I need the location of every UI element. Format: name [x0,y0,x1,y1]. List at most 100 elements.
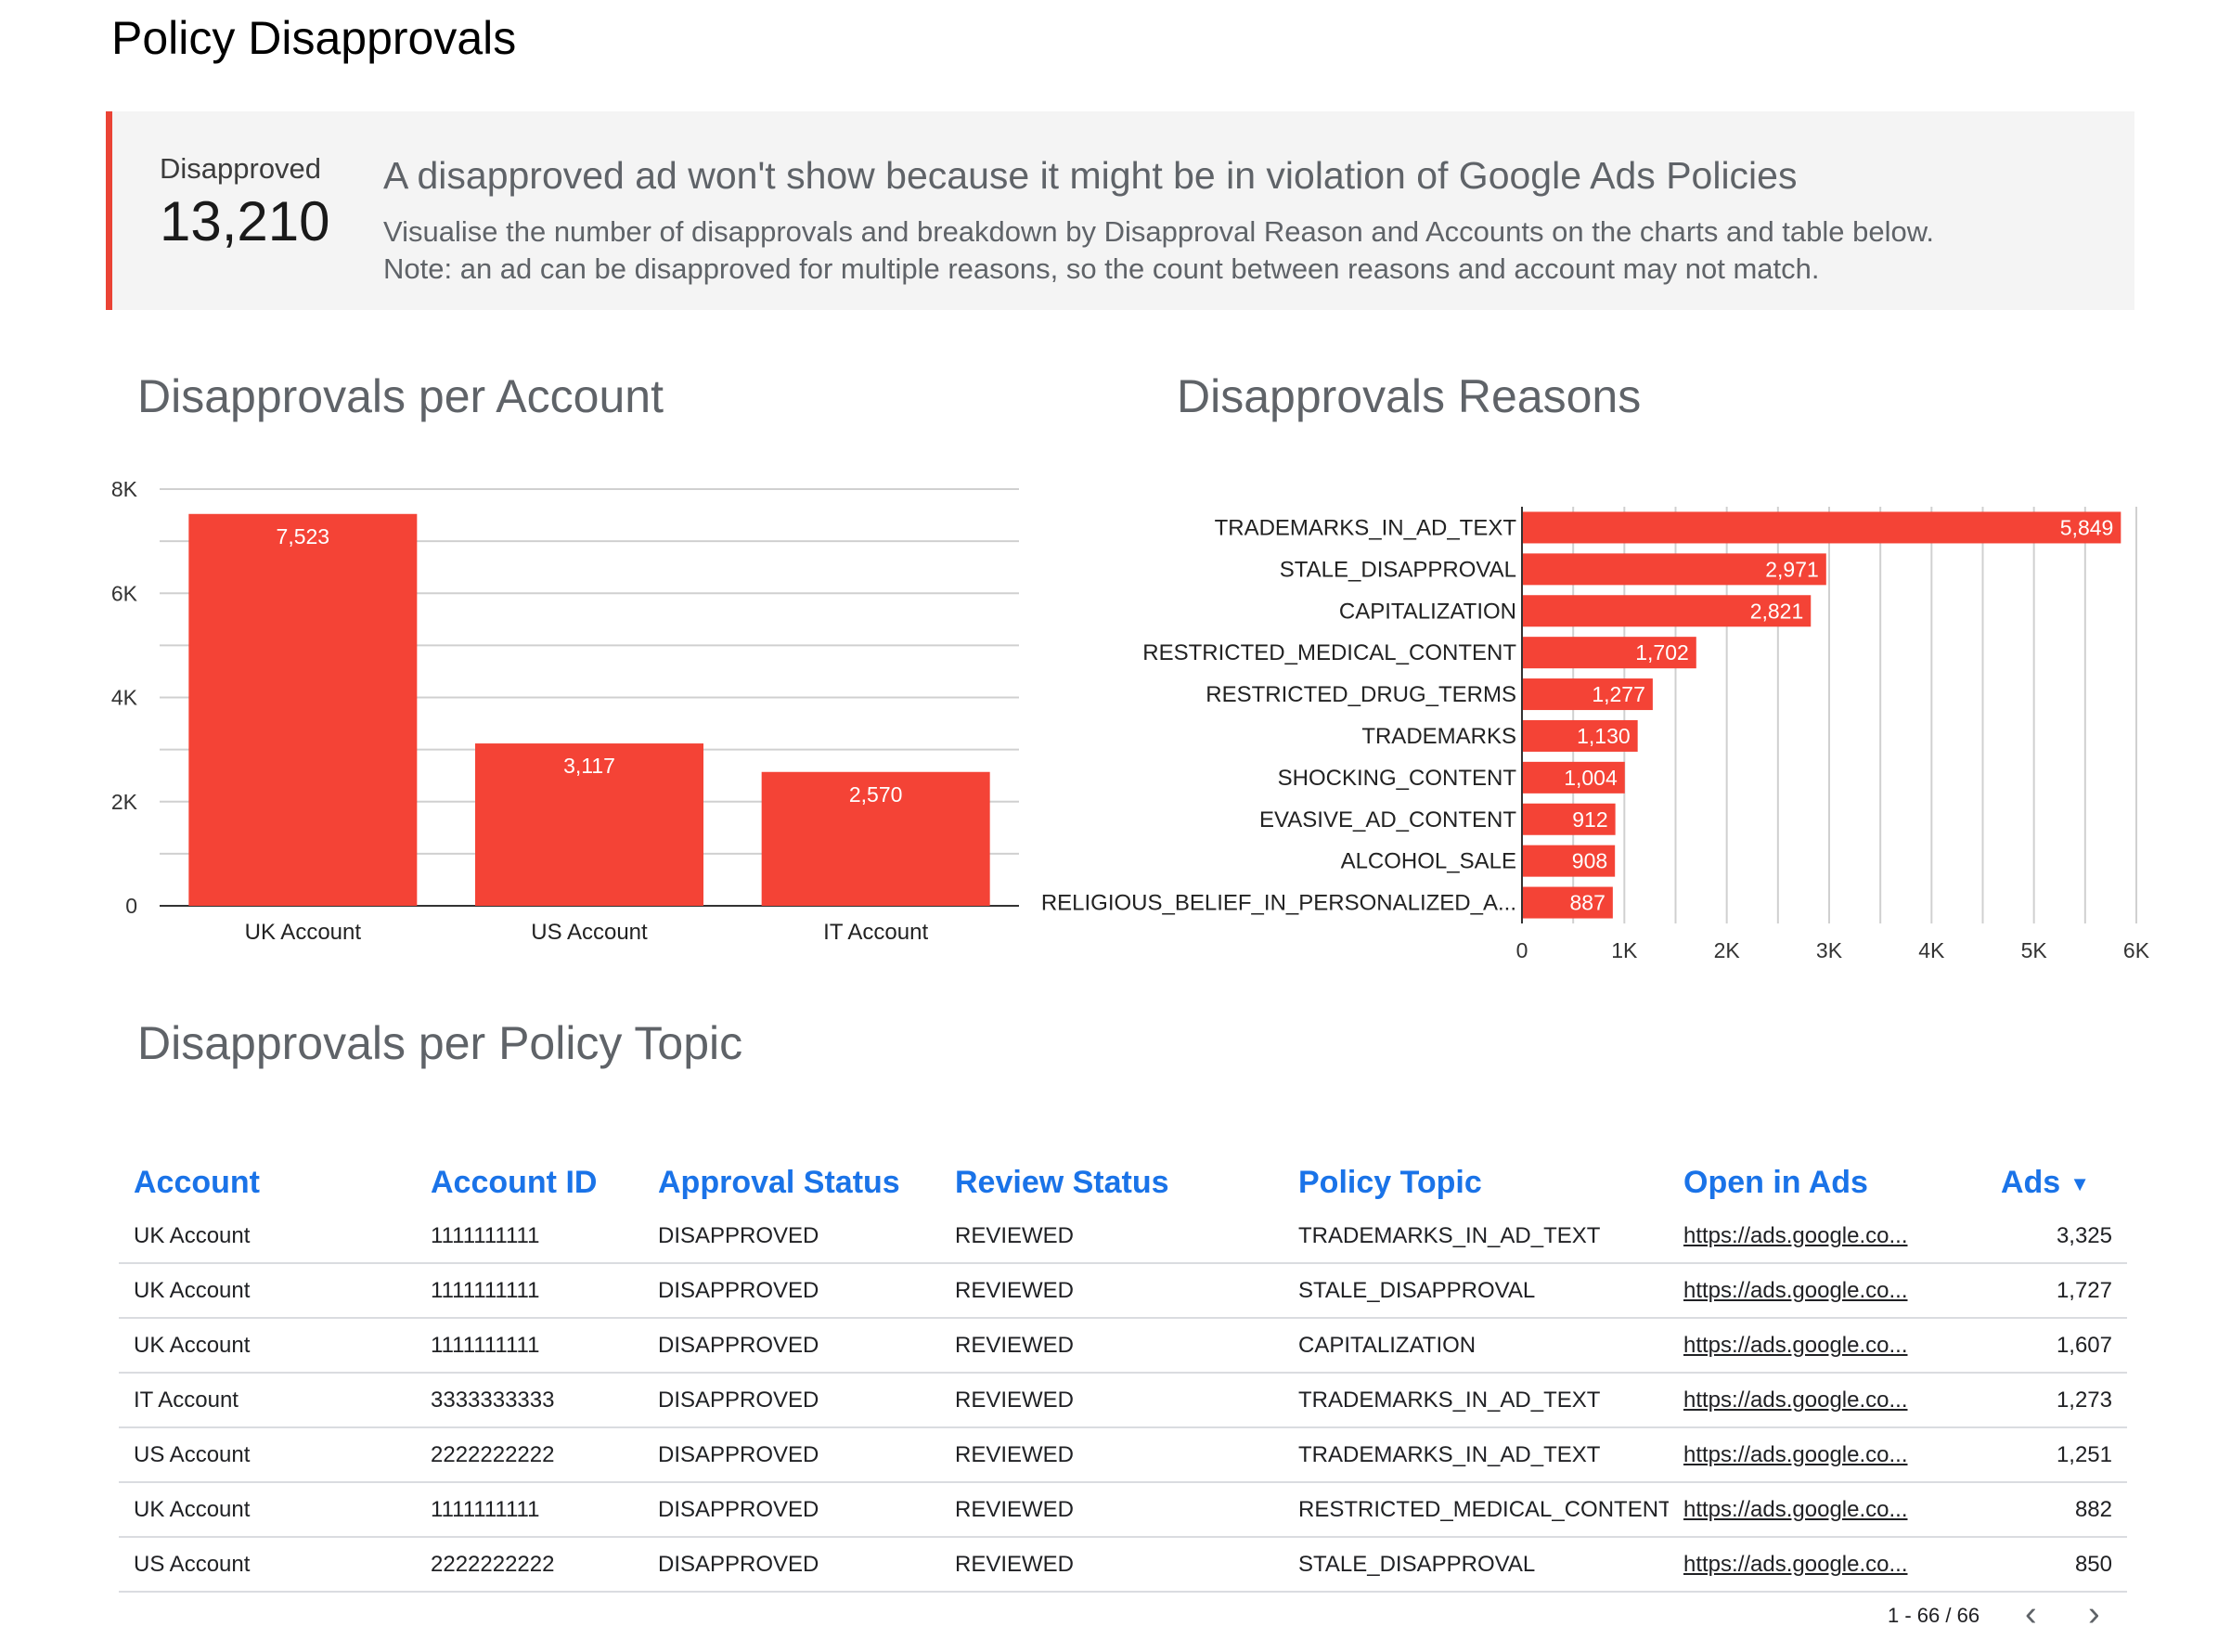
cell-account-id: 2222222222 [416,1427,643,1483]
cell-account: UK Account [119,1482,416,1538]
cell-policy-topic: STALE_DISAPPROVAL [1283,1537,1669,1593]
bar-data-label: 5,849 [2060,515,2114,539]
open-in-ads-link[interactable]: https://ads.google.co... [1683,1387,1908,1413]
column-header-account[interactable]: Account [119,1155,416,1209]
cell-open-in-ads: https://ads.google.co... [1669,1537,1938,1593]
cell-account: US Account [119,1427,416,1483]
table-row[interactable]: UK Account 1111111111 DISAPPROVED REVIEWED R… [119,1482,2127,1538]
cell-ads: 1,727 [1938,1263,2127,1319]
cell-review-status: REVIEWED [940,1318,1283,1374]
y-category-label: EVASIVE_AD_CONTENT [1259,807,1516,832]
cell-account: IT Account [119,1373,416,1428]
bar [1523,511,2121,544]
table-row[interactable]: UK Account 1111111111 DISAPPROVED REVIEWED T… [119,1209,2127,1264]
triangle-down-icon[interactable]: ▼ [2070,1172,2090,1196]
x-tick-label: 3K [1816,938,1843,962]
table-row[interactable]: UK Account 1111111111 DISAPPROVED REVIEWED C… [119,1318,2127,1374]
cell-account-id: 3333333333 [416,1373,643,1428]
x-tick-label: 6K [2123,938,2150,962]
y-category-label: TRADEMARKS [1361,724,1516,749]
cell-ads: 882 [1938,1482,2127,1538]
cell-policy-topic: CAPITALIZATION [1283,1318,1669,1374]
column-header-open-in-ads[interactable]: Open in Ads [1669,1155,1938,1209]
cell-review-status: REVIEWED [940,1537,1283,1593]
cell-policy-topic: STALE_DISAPPROVAL [1283,1263,1669,1319]
open-in-ads-link[interactable]: https://ads.google.co... [1683,1333,1908,1358]
cell-approval-status: DISAPPROVED [643,1537,940,1593]
chevron-left-icon[interactable]: ‹ [2025,1594,2037,1634]
cell-approval-status: DISAPPROVED [643,1427,940,1483]
x-tick-label: 0 [1516,938,1528,962]
y-category-label: SHOCKING_CONTENT [1278,766,1517,791]
table-row[interactable]: IT Account 3333333333 DISAPPROVED REVIEWED T… [119,1373,2127,1428]
y-category-label: ALCOHOL_SALE [1341,849,1516,874]
open-in-ads-link[interactable]: https://ads.google.co... [1683,1552,1908,1577]
cell-review-status: REVIEWED [940,1482,1283,1538]
x-tick-label: 1K [1611,938,1638,962]
cell-open-in-ads: https://ads.google.co... [1669,1209,1938,1264]
column-header-ads[interactable]: Ads ▼ [1938,1155,2127,1209]
cell-policy-topic: TRADEMARKS_IN_AD_TEXT [1283,1427,1669,1483]
cell-open-in-ads: https://ads.google.co... [1669,1482,1938,1538]
cell-approval-status: DISAPPROVED [643,1482,940,1538]
cell-review-status: REVIEWED [940,1373,1283,1428]
cell-open-in-ads: https://ads.google.co... [1669,1427,1938,1483]
cell-account-id: 1111111111 [416,1209,643,1264]
cell-policy-topic: TRADEMARKS_IN_AD_TEXT [1283,1209,1669,1264]
cell-policy-topic: TRADEMARKS_IN_AD_TEXT [1283,1373,1669,1428]
y-category-label: CAPITALIZATION [1339,599,1516,624]
table-row[interactable]: US Account 2222222222 DISAPPROVED REVIEWED T… [119,1427,2127,1483]
cell-account: UK Account [119,1209,416,1264]
cell-ads: 1,607 [1938,1318,2127,1374]
cell-approval-status: DISAPPROVED [643,1373,940,1428]
table-header-row: Account Account ID Approval Status Revie… [119,1155,2127,1209]
bar-data-label: 912 [1572,807,1607,832]
bar-data-label: 908 [1572,849,1607,873]
y-category-label: RELIGIOUS_BELIEF_IN_PERSONALIZED_A... [1041,891,1516,916]
open-in-ads-link[interactable]: https://ads.google.co... [1683,1278,1908,1303]
cell-account: UK Account [119,1263,416,1319]
chevron-right-icon[interactable]: › [2088,1594,2100,1634]
cell-review-status: REVIEWED [940,1209,1283,1264]
cell-account: UK Account [119,1318,416,1374]
cell-account-id: 2222222222 [416,1537,643,1593]
y-category-label: RESTRICTED_MEDICAL_CONTENT [1142,640,1516,665]
cell-ads: 1,251 [1938,1427,2127,1483]
column-header-review-status[interactable]: Review Status [940,1155,1283,1209]
column-header-approval-status[interactable]: Approval Status [643,1155,940,1209]
cell-account-id: 1111111111 [416,1263,643,1319]
y-category-label: TRADEMARKS_IN_AD_TEXT [1215,515,1517,540]
column-header-account-id[interactable]: Account ID [416,1155,643,1209]
open-in-ads-link[interactable]: https://ads.google.co... [1683,1223,1908,1248]
cell-account-id: 1111111111 [416,1318,643,1374]
cell-approval-status: DISAPPROVED [643,1209,940,1264]
cell-open-in-ads: https://ads.google.co... [1669,1318,1938,1374]
bar-data-label: 1,130 [1577,724,1631,748]
table-row[interactable]: US Account 2222222222 DISAPPROVED REVIEWED S… [119,1537,2127,1593]
column-header-policy-topic[interactable]: Policy Topic [1283,1155,1669,1209]
bar-data-label: 1,004 [1564,766,1618,790]
y-category-label: RESTRICTED_DRUG_TERMS [1206,682,1516,707]
column-header-ads-label: Ads [2000,1164,2061,1200]
cell-approval-status: DISAPPROVED [643,1318,940,1374]
cell-open-in-ads: https://ads.google.co... [1669,1263,1938,1319]
bar-data-label: 2,971 [1765,557,1819,581]
cell-account-id: 1111111111 [416,1482,643,1538]
y-category-label: STALE_DISAPPROVAL [1280,557,1516,582]
policy-topic-table: Account Account ID Approval Status Revie… [119,1155,2127,1593]
cell-ads: 1,273 [1938,1373,2127,1428]
pagination-range: 1 - 66 / 66 [1888,1604,1980,1627]
cell-account: US Account [119,1537,416,1593]
open-in-ads-link[interactable]: https://ads.google.co... [1683,1497,1908,1522]
bar-data-label: 1,702 [1635,640,1689,665]
open-in-ads-link[interactable]: https://ads.google.co... [1683,1442,1908,1467]
x-tick-label: 2K [1714,938,1741,962]
table-row[interactable]: UK Account 1111111111 DISAPPROVED REVIEWED S… [119,1263,2127,1319]
cell-open-in-ads: https://ads.google.co... [1669,1373,1938,1428]
bar-data-label: 2,821 [1750,599,1804,623]
cell-approval-status: DISAPPROVED [643,1263,940,1319]
x-tick-label: 5K [2021,938,2048,962]
bar-data-label: 887 [1569,891,1605,915]
x-tick-label: 4K [1918,938,1945,962]
cell-ads: 850 [1938,1537,2127,1593]
